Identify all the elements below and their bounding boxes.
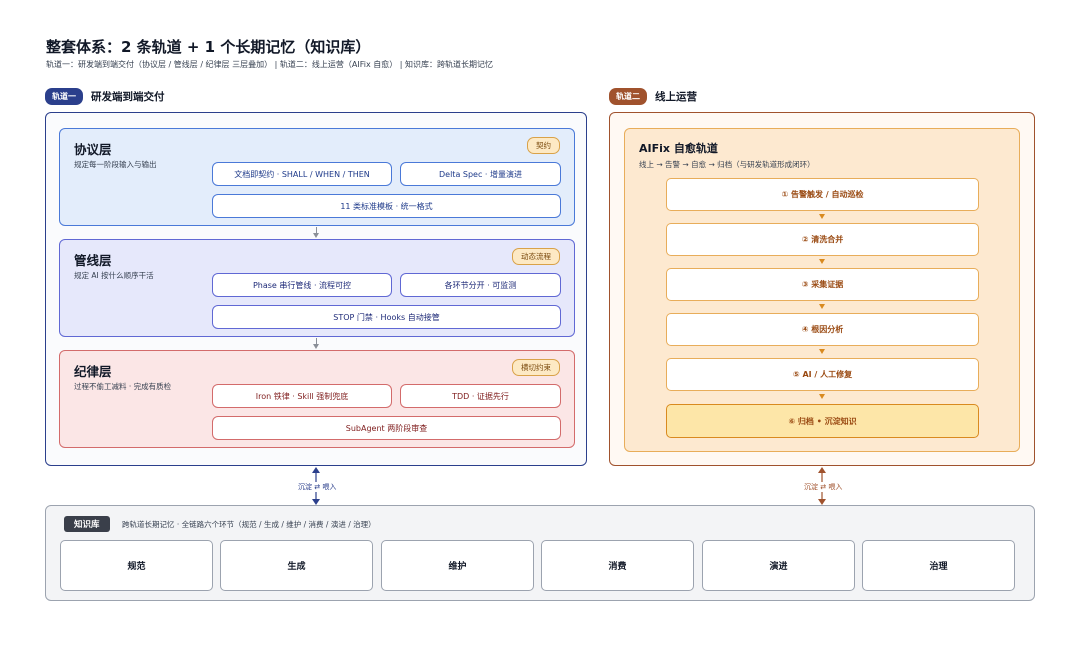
aifix-desc: 线上 → 告警 → 自愈 → 归档（与研发轨道形成闭环） [639, 160, 815, 169]
layer-chip: 文档即契约 · SHALL / WHEN / THEN [212, 162, 392, 186]
layer-badge: 横切约束 [512, 359, 560, 376]
kb-item: 消费 [541, 540, 694, 591]
layer-desc: 过程不偷工减料 · 完成有质检 [74, 382, 172, 391]
track-two-header: 轨道二 线上运营 [609, 88, 697, 105]
layer-chip: Iron 铁律 · Skill 强制兜底 [212, 384, 392, 408]
aifix-step: ③ 采集证据 [666, 268, 979, 301]
track-two-tag: 轨道二 [609, 88, 647, 105]
layer-chip: TDD · 证据先行 [400, 384, 561, 408]
layer-chip: 11 类标准模板 · 统一格式 [212, 194, 561, 218]
arrow-down-icon [313, 344, 319, 349]
track-two-title: 线上运营 [655, 91, 697, 103]
layer-name: 纪律层 [74, 364, 112, 379]
kb-item: 治理 [862, 540, 1015, 591]
connector-label-right: 沉淀 ⇄ 喂入 [802, 482, 845, 492]
kb-item: 生成 [220, 540, 373, 591]
layer-chip: SubAgent 两阶段审查 [212, 416, 561, 440]
aifix-step-final: ⑥ 归档 • 沉淀知识 [666, 404, 979, 438]
layer-chip: Delta Spec · 增量演进 [400, 162, 561, 186]
discipline-layer: 纪律层 过程不偷工减料 · 完成有质检 横切约束 Iron 铁律 · Skill… [59, 350, 575, 448]
layer-desc: 规定每一阶段输入与输出 [74, 160, 157, 169]
protocol-layer: 协议层 规定每一阶段输入与输出 契约 文档即契约 · SHALL / WHEN … [59, 128, 575, 226]
arrow-down-icon [819, 304, 825, 309]
layer-chip: STOP 门禁 · Hooks 自动接管 [212, 305, 561, 329]
track-one-header: 轨道一 研发端到端交付 [45, 88, 165, 105]
layer-name: 管线层 [74, 253, 112, 268]
arrow-down-icon [819, 394, 825, 399]
layer-chip: 各环节分开 · 可监测 [400, 273, 561, 297]
track-one-title: 研发端到端交付 [91, 91, 165, 103]
layer-badge: 契约 [527, 137, 560, 154]
kb-item: 演进 [702, 540, 855, 591]
knowledge-base-desc: 跨轨道长期记忆 · 全链路六个环节（规范 / 生成 / 维护 / 消费 / 演进… [122, 520, 376, 529]
aifix-step: ① 告警触发 / 自动巡检 [666, 178, 979, 211]
page-title: 整套体系：2 条轨道 + 1 个长期记忆（知识库） [46, 38, 371, 56]
arrow-down-icon [819, 259, 825, 264]
knowledge-base-tag: 知识库 [64, 516, 110, 532]
aifix-step: ④ 根因分析 [666, 313, 979, 346]
aifix-step: ② 清洗合并 [666, 223, 979, 256]
layer-badge: 动态流程 [512, 248, 560, 265]
arrow-down-icon [819, 349, 825, 354]
page-subtitle: 轨道一：研发端到端交付（协议层 / 管线层 / 纪律层 三层叠加） | 轨道二：… [46, 60, 494, 69]
pipeline-layer: 管线层 规定 AI 按什么顺序干活 动态流程 Phase 串行管线 · 流程可控… [59, 239, 575, 337]
kb-item: 维护 [381, 540, 534, 591]
track-one-tag: 轨道一 [45, 88, 83, 105]
arrow-down-icon [819, 214, 825, 219]
aifix-step: ⑤ AI / 人工修复 [666, 358, 979, 391]
arrow-down-icon [313, 233, 319, 238]
connector-label-left: 沉淀 ⇄ 喂入 [296, 482, 339, 492]
layer-desc: 规定 AI 按什么顺序干活 [74, 271, 154, 280]
kb-item: 规范 [60, 540, 213, 591]
aifix-title: AIFix 自愈轨道 [639, 142, 718, 155]
knowledge-base-panel: 知识库 跨轨道长期记忆 · 全链路六个环节（规范 / 生成 / 维护 / 消费 … [45, 505, 1035, 601]
layer-name: 协议层 [74, 142, 112, 157]
layer-chip: Phase 串行管线 · 流程可控 [212, 273, 392, 297]
